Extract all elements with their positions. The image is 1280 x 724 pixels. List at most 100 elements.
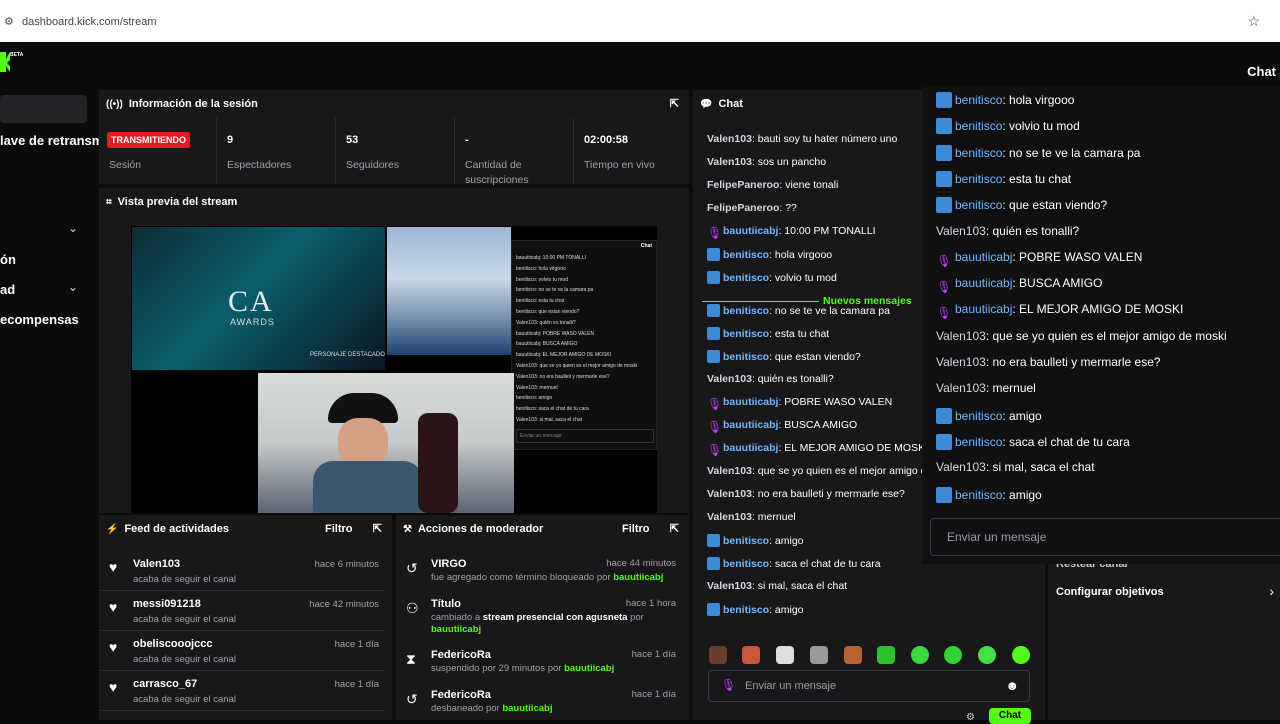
emote-10[interactable] xyxy=(1012,646,1030,664)
chat-username[interactable]: Valen103 xyxy=(707,465,752,477)
chevron-right-icon[interactable]: › xyxy=(1269,583,1274,599)
chat-username[interactable]: benitisco xyxy=(955,172,1002,186)
chat-username[interactable]: benitisco xyxy=(955,435,1002,449)
stat-label: Cantidad de suscripciones xyxy=(465,159,529,186)
chat-username[interactable]: Valen103 xyxy=(707,511,752,523)
stream-preview-video[interactable]: CA AWARDS PERSONAJE DESTACADO Chat bauut… xyxy=(131,226,657,513)
chat-username[interactable]: benitisco xyxy=(955,409,1002,423)
chat-username[interactable]: benitisco xyxy=(723,272,769,284)
mod-badge-icon: 🎙 xyxy=(707,443,723,457)
chat-text: : que estan viendo? xyxy=(1002,198,1108,213)
chat-username[interactable]: benitisco xyxy=(723,328,769,340)
chat-username[interactable]: Valen103 xyxy=(936,381,986,395)
emote-2[interactable] xyxy=(742,646,760,664)
feed-filter-button[interactable]: Filtro xyxy=(325,523,353,535)
chat-username[interactable]: benitisco xyxy=(723,249,769,261)
chat-username[interactable]: benitisco xyxy=(955,488,1002,502)
site-settings-icon[interactable]: ⚙ xyxy=(4,15,14,28)
mini-chat-message: Valen103: no era baulleti y mermarle ese… xyxy=(516,373,610,380)
football-photo xyxy=(387,227,511,355)
emoji-icon[interactable]: ☻ xyxy=(1005,678,1019,693)
chat-username[interactable]: Valen103 xyxy=(707,156,752,168)
chat-username[interactable]: bauutiicabj xyxy=(955,276,1012,290)
overlay-chat-input[interactable]: Enviar un mensaje xyxy=(930,518,1280,556)
chat-text: : si mal, saca el chat xyxy=(751,580,848,592)
chat-username[interactable]: FelipePaneroo xyxy=(707,202,779,214)
popout-icon[interactable]: ⇱ xyxy=(670,522,679,535)
chat-send-button[interactable]: Chat xyxy=(989,708,1031,724)
feed-time: hace 6 minutos xyxy=(314,559,379,570)
chat-text: : amigo xyxy=(1002,408,1042,423)
chat-username[interactable]: bauutiicabj xyxy=(723,419,778,431)
feed-user[interactable]: obeliscooojccc xyxy=(133,638,212,650)
chat-text: : 10:00 PM TONALLI xyxy=(778,225,876,237)
chat-username[interactable]: benitisco xyxy=(955,198,1002,212)
chat-message: Valen103: no era baulleti y mermarle ese… xyxy=(936,355,1161,369)
chevron-down-icon[interactable]: ⌄ xyxy=(68,280,78,294)
emote-6[interactable] xyxy=(877,646,895,664)
chat-username[interactable]: bauutiicabj xyxy=(723,442,778,454)
browser-address-bar[interactable]: ⚙ dashboard.kick.com/stream ☆ xyxy=(0,0,1280,42)
emote-5[interactable] xyxy=(844,646,862,664)
sidebar-active-item[interactable] xyxy=(0,95,87,123)
subscriber-badge-icon xyxy=(936,118,952,135)
sidebar-item-rewards[interactable]: ecompensas xyxy=(0,312,79,327)
popout-icon[interactable]: ⇱ xyxy=(373,522,382,535)
chat-username[interactable]: benitisco xyxy=(723,535,769,547)
sidebar-item-stream-key[interactable]: lave de retransm xyxy=(0,133,103,148)
mod-filter-button[interactable]: Filtro xyxy=(622,523,650,535)
chat-username[interactable]: Valen103 xyxy=(936,460,986,474)
chat-username[interactable]: benitisco xyxy=(955,146,1002,160)
chevron-down-icon[interactable]: ⌄ xyxy=(68,221,78,235)
mini-chat-message: Valen103: que se yo quien es el mejor am… xyxy=(516,363,638,369)
chat-username[interactable]: benitisco xyxy=(723,558,769,570)
chat-input[interactable]: 🎙 Enviar un mensaje ☻ xyxy=(708,670,1030,702)
feed-user[interactable]: messi091218 xyxy=(133,598,201,610)
stat-live-time: 02:00:58 Tiempo en vivo xyxy=(574,118,689,184)
sidebar-item-3[interactable]: ad xyxy=(0,282,15,297)
emote-4[interactable] xyxy=(810,646,828,664)
new-messages-label: Nuevos mensajes xyxy=(823,295,912,307)
mod-badge-icon: 🎙 xyxy=(936,280,952,295)
chat-username[interactable]: bauutiicabj xyxy=(955,250,1012,264)
mod-actions-title: Acciones de moderador xyxy=(417,523,544,535)
chat-username[interactable]: FelipePaneroo xyxy=(707,179,779,191)
emote-7[interactable] xyxy=(911,646,929,664)
chat-message: Valen103: mernuel xyxy=(707,511,796,523)
emote-1[interactable] xyxy=(709,646,727,664)
chat-username[interactable]: benitisco xyxy=(723,305,769,317)
nominee-label: PERSONAJE DESTACADO xyxy=(310,352,385,358)
popout-icon[interactable]: ⇱ xyxy=(670,97,679,110)
chat-username[interactable]: bauutiicabj xyxy=(955,302,1012,316)
chat-text: : si mal, saca el chat xyxy=(985,460,1095,475)
chat-username[interactable]: benitisco xyxy=(723,604,769,616)
sidebar-item-2[interactable]: ón xyxy=(0,252,16,267)
chat-username[interactable]: Valen103 xyxy=(707,488,752,500)
awards-subtitle: AWARDS xyxy=(230,317,275,327)
settings-gear-icon[interactable]: ⚙ xyxy=(966,712,975,723)
bookmark-star-icon[interactable]: ☆ xyxy=(1247,13,1260,30)
chat-username[interactable]: Valen103 xyxy=(936,329,986,343)
chat-username[interactable]: Valen103 xyxy=(936,355,986,369)
chat-username[interactable]: bauutiicabj xyxy=(723,225,778,237)
chat-text: : que se yo quien es el mejor amigo d xyxy=(751,465,927,477)
emote-9[interactable] xyxy=(978,646,996,664)
url-text[interactable]: dashboard.kick.com/stream xyxy=(22,16,157,28)
chat-username[interactable]: benitisco xyxy=(955,93,1002,107)
feed-user[interactable]: carrasco_67 xyxy=(133,678,197,690)
chat-username[interactable]: bauutiicabj xyxy=(723,396,778,408)
chat-message: Valen103: si mal, saca el chat xyxy=(707,580,847,592)
chat-username[interactable]: Valen103 xyxy=(707,580,752,592)
chat-username[interactable]: benitisco xyxy=(723,351,769,363)
chat-username[interactable]: Valen103 xyxy=(936,224,986,238)
chat-username[interactable]: Valen103 xyxy=(707,133,752,145)
configure-goals-item[interactable]: Configurar objetivos xyxy=(1056,586,1164,598)
chat-message: benitisco: amigo xyxy=(707,534,804,547)
chat-username[interactable]: Valen103 xyxy=(707,373,752,385)
emote-8[interactable] xyxy=(944,646,962,664)
chat-username[interactable]: benitisco xyxy=(955,119,1002,133)
emote-3[interactable] xyxy=(776,646,794,664)
chat-text: : BUSCA AMIGO xyxy=(778,419,858,431)
chat-text: : amigo xyxy=(1002,487,1042,502)
feed-user[interactable]: Valen103 xyxy=(133,558,180,570)
